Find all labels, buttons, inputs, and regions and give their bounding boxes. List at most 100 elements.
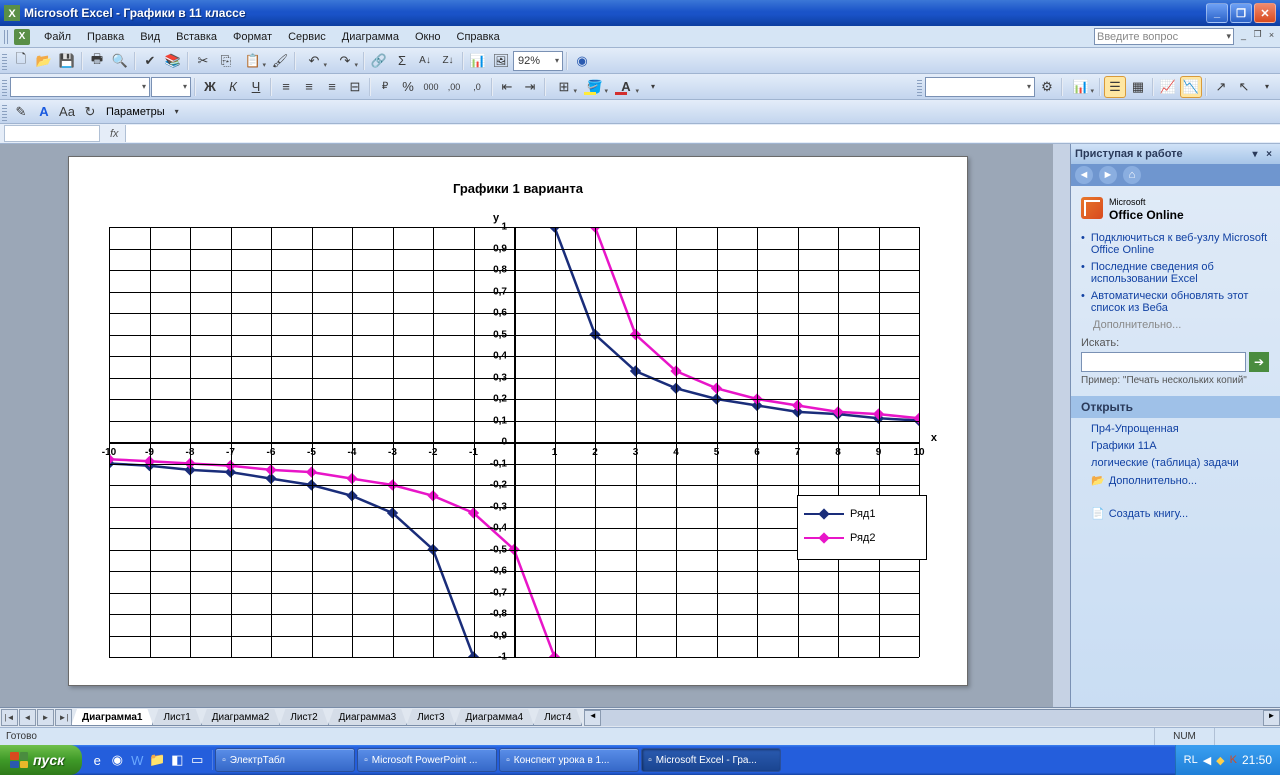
fx-icon[interactable]: fx: [104, 128, 125, 140]
menu-service[interactable]: Сервис: [280, 29, 334, 45]
recent-file-link[interactable]: логические (таблица) задачи: [1091, 457, 1270, 469]
edit-text-icon[interactable]: ✎: [10, 101, 32, 123]
bold-icon[interactable]: Ж: [199, 76, 221, 98]
name-box[interactable]: [4, 125, 100, 142]
tab-last-icon[interactable]: ►|: [55, 709, 72, 726]
sheet-tab-active[interactable]: Диаграмма1: [71, 709, 153, 726]
taskpane-close-icon[interactable]: ×: [1262, 147, 1276, 161]
toolbar-gripper[interactable]: [917, 78, 922, 96]
autosum-icon[interactable]: Σ: [391, 50, 413, 72]
vertical-scrollbar[interactable]: [1053, 144, 1070, 707]
toolbar-options-icon[interactable]: ▾: [170, 101, 184, 123]
borders-icon[interactable]: ⊞: [549, 76, 579, 98]
taskpane-link[interactable]: Подключиться к веб-узлу Microsoft Office…: [1081, 232, 1270, 256]
align-left-icon[interactable]: ≡: [275, 76, 297, 98]
font-dropdown[interactable]: [10, 77, 150, 97]
toolbar-gripper[interactable]: [2, 103, 7, 121]
research-icon[interactable]: 📚: [162, 50, 184, 72]
fill-color-icon[interactable]: 🪣: [580, 76, 610, 98]
minimize-button[interactable]: _: [1206, 3, 1228, 23]
tab-prev-icon[interactable]: ◄: [19, 709, 36, 726]
help-icon[interactable]: ◉: [571, 50, 593, 72]
sort-asc-icon[interactable]: A↓: [414, 50, 436, 72]
copy-icon[interactable]: ⎘: [215, 50, 237, 72]
save-icon[interactable]: 💾: [56, 50, 78, 72]
taskpane-dropdown-icon[interactable]: ▾: [1248, 147, 1262, 161]
fontsize-dropdown[interactable]: [151, 77, 191, 97]
ask-question-input[interactable]: Введите вопрос: [1094, 28, 1234, 45]
chart-plot-area[interactable]: -10-9-8-7-6-5-4-3-2-112345678910-1-0,9-0…: [109, 227, 919, 657]
chrome-icon[interactable]: ◉: [108, 750, 126, 770]
workbook-restore-button[interactable]: ❐: [1251, 28, 1264, 41]
menu-file[interactable]: Файл: [36, 29, 79, 45]
cut-icon[interactable]: ✂: [192, 50, 214, 72]
menu-format[interactable]: Формат: [225, 29, 280, 45]
italic-icon[interactable]: К: [222, 76, 244, 98]
desktop-icon[interactable]: ▭: [188, 750, 206, 770]
toolbar-gripper[interactable]: [2, 52, 7, 70]
currency-icon[interactable]: ₽: [374, 76, 396, 98]
taskbar-button[interactable]: ▫Microsoft Excel - Гра...: [641, 748, 781, 772]
reload-icon[interactable]: ↻: [79, 101, 101, 123]
print-icon[interactable]: 🖶: [86, 50, 108, 72]
folder-icon[interactable]: 📁: [148, 750, 166, 770]
recent-file-link[interactable]: Пр4-Упрощенная: [1091, 423, 1270, 435]
formula-input[interactable]: [125, 125, 1280, 142]
redo-icon[interactable]: ↷: [330, 50, 360, 72]
taskpane-link[interactable]: Последние сведения об использовании Exce…: [1081, 261, 1270, 285]
taskbar-button[interactable]: ▫ЭлектрТабл: [215, 748, 355, 772]
start-button[interactable]: пуск: [0, 745, 82, 775]
sheet-tab[interactable]: Диаграмма2: [201, 709, 281, 726]
tray-icon[interactable]: ◆: [1216, 754, 1224, 767]
format-object-icon[interactable]: ⚙: [1036, 76, 1058, 98]
menu-diagram[interactable]: Диаграмма: [334, 29, 407, 45]
sheet-tab[interactable]: Диаграмма3: [328, 709, 408, 726]
format-painter-icon[interactable]: 🖌: [269, 50, 291, 72]
more-files-link[interactable]: Дополнительно...: [1091, 474, 1270, 487]
paste-icon[interactable]: 📋: [238, 50, 268, 72]
chart-title[interactable]: Графики 1 варианта: [69, 181, 967, 196]
decrease-indent-icon[interactable]: ⇤: [496, 76, 518, 98]
sheet-tab[interactable]: Лист2: [279, 709, 328, 726]
chart-object-dropdown[interactable]: [925, 77, 1035, 97]
same-height-icon[interactable]: Aa: [56, 101, 78, 123]
horizontal-scrollbar[interactable]: ◄ ►: [584, 709, 1280, 726]
sort-desc-icon[interactable]: Z↓: [437, 50, 459, 72]
percent-icon[interactable]: %: [397, 76, 419, 98]
tray-icon[interactable]: ◀: [1203, 754, 1211, 767]
by-row-icon[interactable]: 📈: [1157, 76, 1179, 98]
new-icon[interactable]: 🗋: [10, 50, 32, 72]
menu-help[interactable]: Справка: [449, 29, 508, 45]
app-icon[interactable]: ◧: [168, 750, 186, 770]
comma-icon[interactable]: 000: [420, 76, 442, 98]
menu-window[interactable]: Окно: [407, 29, 449, 45]
zoom-dropdown[interactable]: 92%: [513, 51, 563, 71]
toolbar-gripper[interactable]: [4, 30, 10, 44]
taskbar-button[interactable]: ▫Конспект урока в 1...: [499, 748, 639, 772]
search-go-button[interactable]: ➔: [1249, 352, 1269, 372]
workbook-close-button[interactable]: ×: [1265, 28, 1278, 41]
open-icon[interactable]: 📂: [33, 50, 55, 72]
tab-next-icon[interactable]: ►: [37, 709, 54, 726]
align-right-icon[interactable]: ≡: [321, 76, 343, 98]
maximize-button[interactable]: ❐: [1230, 3, 1252, 23]
clock[interactable]: 21:50: [1242, 753, 1272, 767]
merge-center-icon[interactable]: ⊟: [344, 76, 366, 98]
menu-edit[interactable]: Правка: [79, 29, 132, 45]
by-column-icon[interactable]: 📉: [1180, 76, 1202, 98]
chart-legend[interactable]: Ряд1 Ряд2: [797, 495, 927, 560]
tab-first-icon[interactable]: |◄: [1, 709, 18, 726]
menu-view[interactable]: Вид: [132, 29, 168, 45]
align-center-icon[interactable]: ≡: [298, 76, 320, 98]
workbook-minimize-button[interactable]: _: [1237, 28, 1250, 41]
chart-wizard-icon[interactable]: 📊: [467, 50, 489, 72]
taskpane-link[interactable]: Автоматически обновлять этот список из В…: [1081, 290, 1270, 314]
underline-icon[interactable]: Ч: [245, 76, 267, 98]
toolbar-gripper[interactable]: [2, 78, 7, 96]
toolbar-options-icon[interactable]: ▾: [642, 76, 664, 98]
wordart-icon[interactable]: A: [33, 101, 55, 123]
chart-sheet[interactable]: Графики 1 варианта y x -10-9-8-7-6-5-4-3…: [68, 156, 968, 686]
undo-icon[interactable]: ↶: [299, 50, 329, 72]
sheet-tab[interactable]: Лист3: [406, 709, 455, 726]
forward-icon[interactable]: ►: [1099, 166, 1117, 184]
